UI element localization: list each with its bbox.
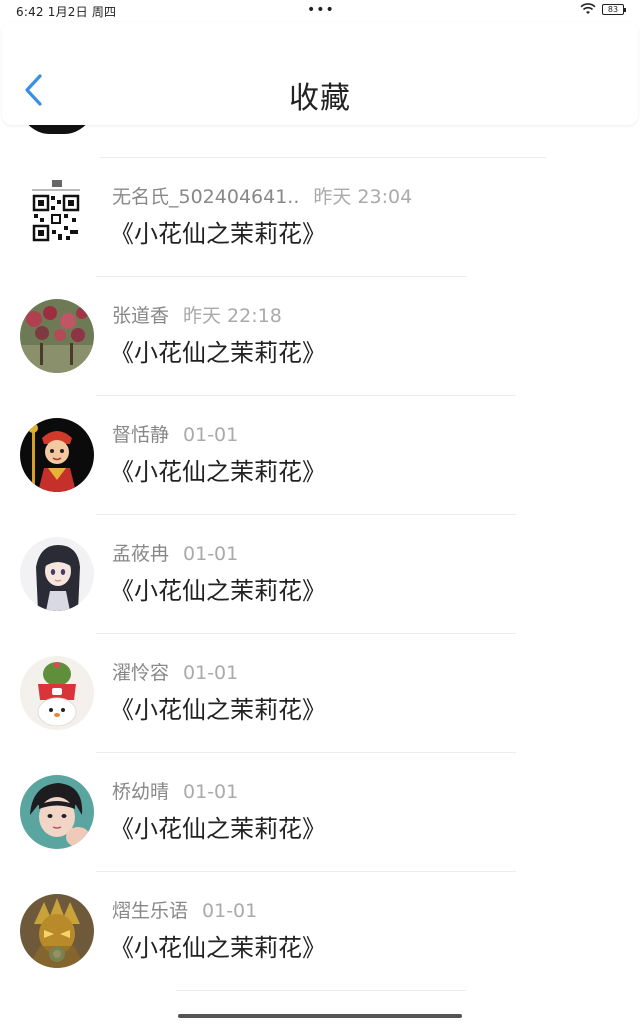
status-bar: 6:42 1月2日 周四 ••• 83 xyxy=(0,0,640,22)
item-title: 《小花仙之茉莉花》 xyxy=(110,220,326,248)
avatar xyxy=(20,537,94,611)
item-meta: 督恬静 01-01 xyxy=(112,420,238,447)
item-time: 01-01 xyxy=(183,543,239,565)
list-item[interactable]: 无名氏_502404641.. 昨天 23:04 《小花仙之茉莉花》 xyxy=(0,158,640,276)
battery-icon: 83 xyxy=(602,3,626,15)
list-item[interactable]: 濯怜容 01-01 《小花仙之茉莉花》 xyxy=(0,634,640,752)
status-icons: 83 xyxy=(580,3,626,15)
wifi-icon xyxy=(580,3,596,14)
list-item[interactable]: 督恬静 01-01 《小花仙之茉莉花》 xyxy=(0,396,640,514)
page-title: 收藏 xyxy=(289,81,351,116)
item-title: 《小花仙之茉莉花》 xyxy=(110,458,326,486)
item-meta: 桥幼晴 01-01 xyxy=(112,777,238,804)
cartoon-monk-image xyxy=(20,418,94,492)
user-name: 孟莜冉 xyxy=(112,543,170,565)
list-item[interactable]: 张道香 昨天 22:18 《小花仙之茉莉花》 xyxy=(0,277,640,395)
item-meta: 孟莜冉 01-01 xyxy=(112,539,238,566)
golden-armor-image xyxy=(20,894,94,968)
avatar xyxy=(20,418,94,492)
user-name: 熠生乐语 xyxy=(112,900,189,922)
user-name: 桥幼晴 xyxy=(112,781,170,803)
user-name: 张道香 xyxy=(112,305,170,327)
item-meta: 濯怜容 01-01 xyxy=(112,658,238,685)
list-item[interactable]: 桥幼晴 01-01 《小花仙之茉莉花》 xyxy=(0,753,640,871)
item-time: 01-01 xyxy=(183,662,239,684)
item-meta: 张道香 昨天 22:18 xyxy=(112,301,282,328)
header-bar: 收藏 xyxy=(2,22,638,125)
item-meta: 无名氏_502404641.. 昨天 23:04 xyxy=(112,182,412,209)
item-time: 昨天 23:04 xyxy=(313,186,413,208)
item-title: 《小花仙之茉莉花》 xyxy=(110,577,326,605)
item-time: 01-01 xyxy=(202,900,258,922)
item-time: 昨天 22:18 xyxy=(183,305,282,327)
list-item[interactable]: 熠生乐语 01-01 《小花仙之茉莉花》 xyxy=(0,872,640,990)
item-meta: 熠生乐语 01-01 xyxy=(112,896,257,923)
status-time-date: 6:42 1月2日 周四 xyxy=(16,5,117,19)
list-item[interactable]: 孟莜冉 01-01 《小花仙之茉莉花》 xyxy=(0,515,640,633)
anime-girl-image xyxy=(20,537,94,611)
avatar xyxy=(20,299,94,373)
avatar xyxy=(20,775,94,849)
home-indicator[interactable] xyxy=(178,1014,462,1018)
status-dots: ••• xyxy=(307,2,335,18)
flower-bush-image xyxy=(20,299,94,373)
avatar xyxy=(20,656,94,730)
cactus-toy-image xyxy=(20,656,94,730)
divider xyxy=(176,990,466,991)
item-title: 《小花仙之茉莉花》 xyxy=(110,696,326,724)
battery-level: 83 xyxy=(607,4,619,14)
avatar xyxy=(20,894,94,968)
item-time: 01-01 xyxy=(183,781,239,803)
qr-code-icon xyxy=(26,180,86,252)
favorites-screen: 6:42 1月2日 周四 ••• 83 收藏 无名氏_502404641.. 昨… xyxy=(0,0,640,1024)
user-name: 濯怜容 xyxy=(112,662,170,684)
item-title: 《小花仙之茉莉花》 xyxy=(110,815,326,843)
user-name: 无名氏_502404641.. xyxy=(112,186,300,208)
item-title: 《小花仙之茉莉花》 xyxy=(110,339,326,367)
child-photo-image xyxy=(20,775,94,849)
item-time: 01-01 xyxy=(183,424,239,446)
item-title: 《小花仙之茉莉花》 xyxy=(110,934,326,962)
user-name: 督恬静 xyxy=(112,424,170,446)
